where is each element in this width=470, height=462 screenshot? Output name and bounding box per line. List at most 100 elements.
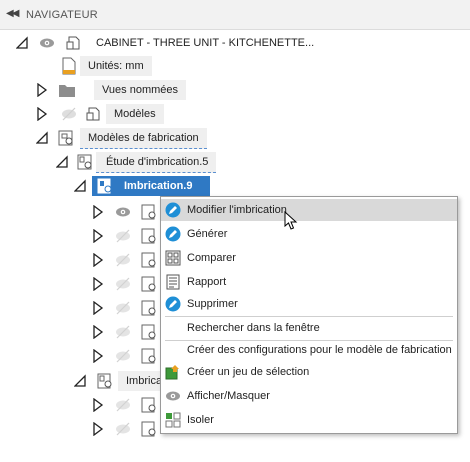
expander-right-icon[interactable] — [92, 422, 104, 436]
sheet-icon — [140, 347, 158, 365]
sheet-icon — [140, 299, 158, 317]
menu-item-find-in-window[interactable]: Rechercher dans la fenêtre — [161, 317, 457, 339]
tree-row-root[interactable]: CABINET - THREE UNIT - KITCHENETTE... — [0, 32, 470, 54]
eye-icon[interactable] — [114, 203, 132, 221]
eye-hidden-icon[interactable] — [114, 299, 132, 317]
eye-hidden-icon[interactable] — [60, 105, 78, 123]
generate-icon — [165, 226, 181, 242]
menu-item-compare[interactable]: Comparer — [161, 247, 457, 269]
menu-item-delete[interactable]: Supprimer — [161, 293, 457, 315]
tree-row-manufacturing-models[interactable]: Modèles de fabrication — [0, 127, 470, 149]
expander-right-icon[interactable] — [92, 277, 104, 291]
tree-row-child[interactable] — [0, 345, 160, 367]
sheet-icon — [140, 323, 158, 341]
expander-right-icon[interactable] — [36, 83, 48, 97]
eye-hidden-icon[interactable] — [114, 347, 132, 365]
document-units-icon — [60, 57, 78, 75]
delete-icon — [165, 296, 181, 312]
tree-row-child[interactable] — [0, 201, 160, 223]
expander-right-icon[interactable] — [92, 398, 104, 412]
nest-icon — [96, 177, 114, 195]
mouse-cursor-icon — [284, 210, 298, 234]
tree-row-models[interactable]: Modèles — [0, 103, 470, 125]
menu-item-label: Générer — [187, 228, 228, 240]
component-icon — [84, 105, 102, 123]
context-menu: Modifier l'imbrication Générer Comparer … — [160, 196, 458, 434]
menu-item-generate[interactable]: Générer — [161, 223, 457, 245]
eye-hidden-icon[interactable] — [114, 323, 132, 341]
eye-hidden-icon[interactable] — [114, 420, 132, 438]
expander-down-icon[interactable] — [74, 374, 86, 388]
tree-row-child[interactable] — [0, 394, 160, 416]
sheet-icon — [140, 396, 158, 414]
tree-label-nesting-study: Étude d'imbrication.5 — [96, 152, 217, 173]
manufacturing-model-icon — [57, 129, 75, 147]
expander-right-icon[interactable] — [92, 205, 104, 219]
edit-nest-icon — [165, 202, 181, 218]
tree-label-manufacturing-models: Modèles de fabrication — [80, 128, 207, 149]
isolate-icon — [165, 412, 181, 428]
menu-item-create-selection-set[interactable]: Créer un jeu de sélection — [161, 361, 457, 383]
menu-item-label: Isoler — [187, 414, 214, 426]
eye-icon[interactable] — [38, 34, 56, 52]
expander-right-icon[interactable] — [92, 325, 104, 339]
tree-row-nesting-study[interactable]: Étude d'imbrication.5 — [0, 151, 470, 173]
browser-header: ◀◀ NAVIGATEUR — [0, 0, 470, 30]
expander-right-icon[interactable] — [92, 253, 104, 267]
eye-hidden-icon[interactable] — [114, 227, 132, 245]
eye-hidden-icon[interactable] — [114, 396, 132, 414]
menu-item-label: Afficher/Masquer — [187, 390, 270, 402]
expander-down-icon[interactable] — [74, 179, 86, 193]
menu-item-label: Modifier l'imbrication — [187, 204, 287, 216]
tree-row-child[interactable] — [0, 297, 160, 319]
tree-row-units[interactable]: Unités: mm — [0, 55, 470, 77]
menu-item-report[interactable]: Rapport — [161, 271, 457, 293]
compare-icon — [165, 250, 181, 266]
eye-hidden-icon[interactable] — [114, 251, 132, 269]
tree-row-child[interactable] — [0, 249, 160, 271]
tree-row-named-views[interactable]: Vues nommées — [0, 79, 470, 101]
tree-row-child[interactable] — [0, 418, 160, 440]
double-chevron-left-icon[interactable]: ◀◀ — [6, 8, 19, 19]
tree-label-models: Modèles — [106, 104, 164, 124]
menu-item-show-hide[interactable]: Afficher/Masquer — [161, 385, 457, 407]
tree-label-units: Unités: mm — [80, 56, 152, 76]
menu-item-isolate[interactable]: Isoler — [161, 409, 457, 431]
expander-down-icon[interactable] — [56, 155, 68, 169]
menu-item-label: Rechercher dans la fenêtre — [187, 322, 320, 334]
folder-icon — [58, 81, 76, 99]
nest-icon — [96, 372, 114, 390]
menu-item-label: Créer un jeu de sélection — [187, 366, 310, 378]
expander-right-icon[interactable] — [92, 229, 104, 243]
menu-item-edit-nest[interactable]: Modifier l'imbrication — [161, 199, 457, 221]
sheet-icon — [140, 227, 158, 245]
nesting-study-icon — [76, 153, 94, 171]
expander-right-icon[interactable] — [92, 349, 104, 363]
expander-right-icon[interactable] — [92, 301, 104, 315]
report-icon — [165, 274, 181, 290]
tree-row-child[interactable] — [0, 273, 160, 295]
tree-label-named-views: Vues nommées — [94, 80, 187, 100]
sheet-icon — [140, 420, 158, 438]
tree-row-child[interactable] — [0, 225, 160, 247]
eye-hidden-icon[interactable] — [114, 275, 132, 293]
menu-item-label: Supprimer — [187, 298, 238, 310]
menu-item-create-configurations[interactable]: Créer des configurations pour le modèle … — [161, 339, 457, 361]
sheet-icon — [140, 251, 158, 269]
menu-item-label: Créer des configurations pour le modèle … — [187, 344, 452, 356]
tree-row-nest[interactable]: Imbrication.9 — [0, 175, 470, 197]
expander-right-icon[interactable] — [36, 107, 48, 121]
expander-down-icon[interactable] — [36, 131, 48, 145]
tree-label-root: CABINET - THREE UNIT - KITCHENETTE... — [96, 37, 315, 49]
sheet-icon — [140, 203, 158, 221]
tree-row-child[interactable] — [0, 321, 160, 343]
tree-row-nest-2[interactable]: Imbrica — [0, 370, 170, 392]
menu-item-label: Comparer — [187, 252, 236, 264]
selection-set-icon — [165, 364, 181, 380]
menu-item-label: Rapport — [187, 276, 227, 288]
eye-icon — [165, 388, 181, 404]
expander-down-icon[interactable] — [16, 36, 28, 50]
tree-label-nest: Imbrication.9 — [124, 180, 193, 192]
sheet-icon — [140, 275, 158, 293]
browser-title: NAVIGATEUR — [26, 9, 98, 21]
